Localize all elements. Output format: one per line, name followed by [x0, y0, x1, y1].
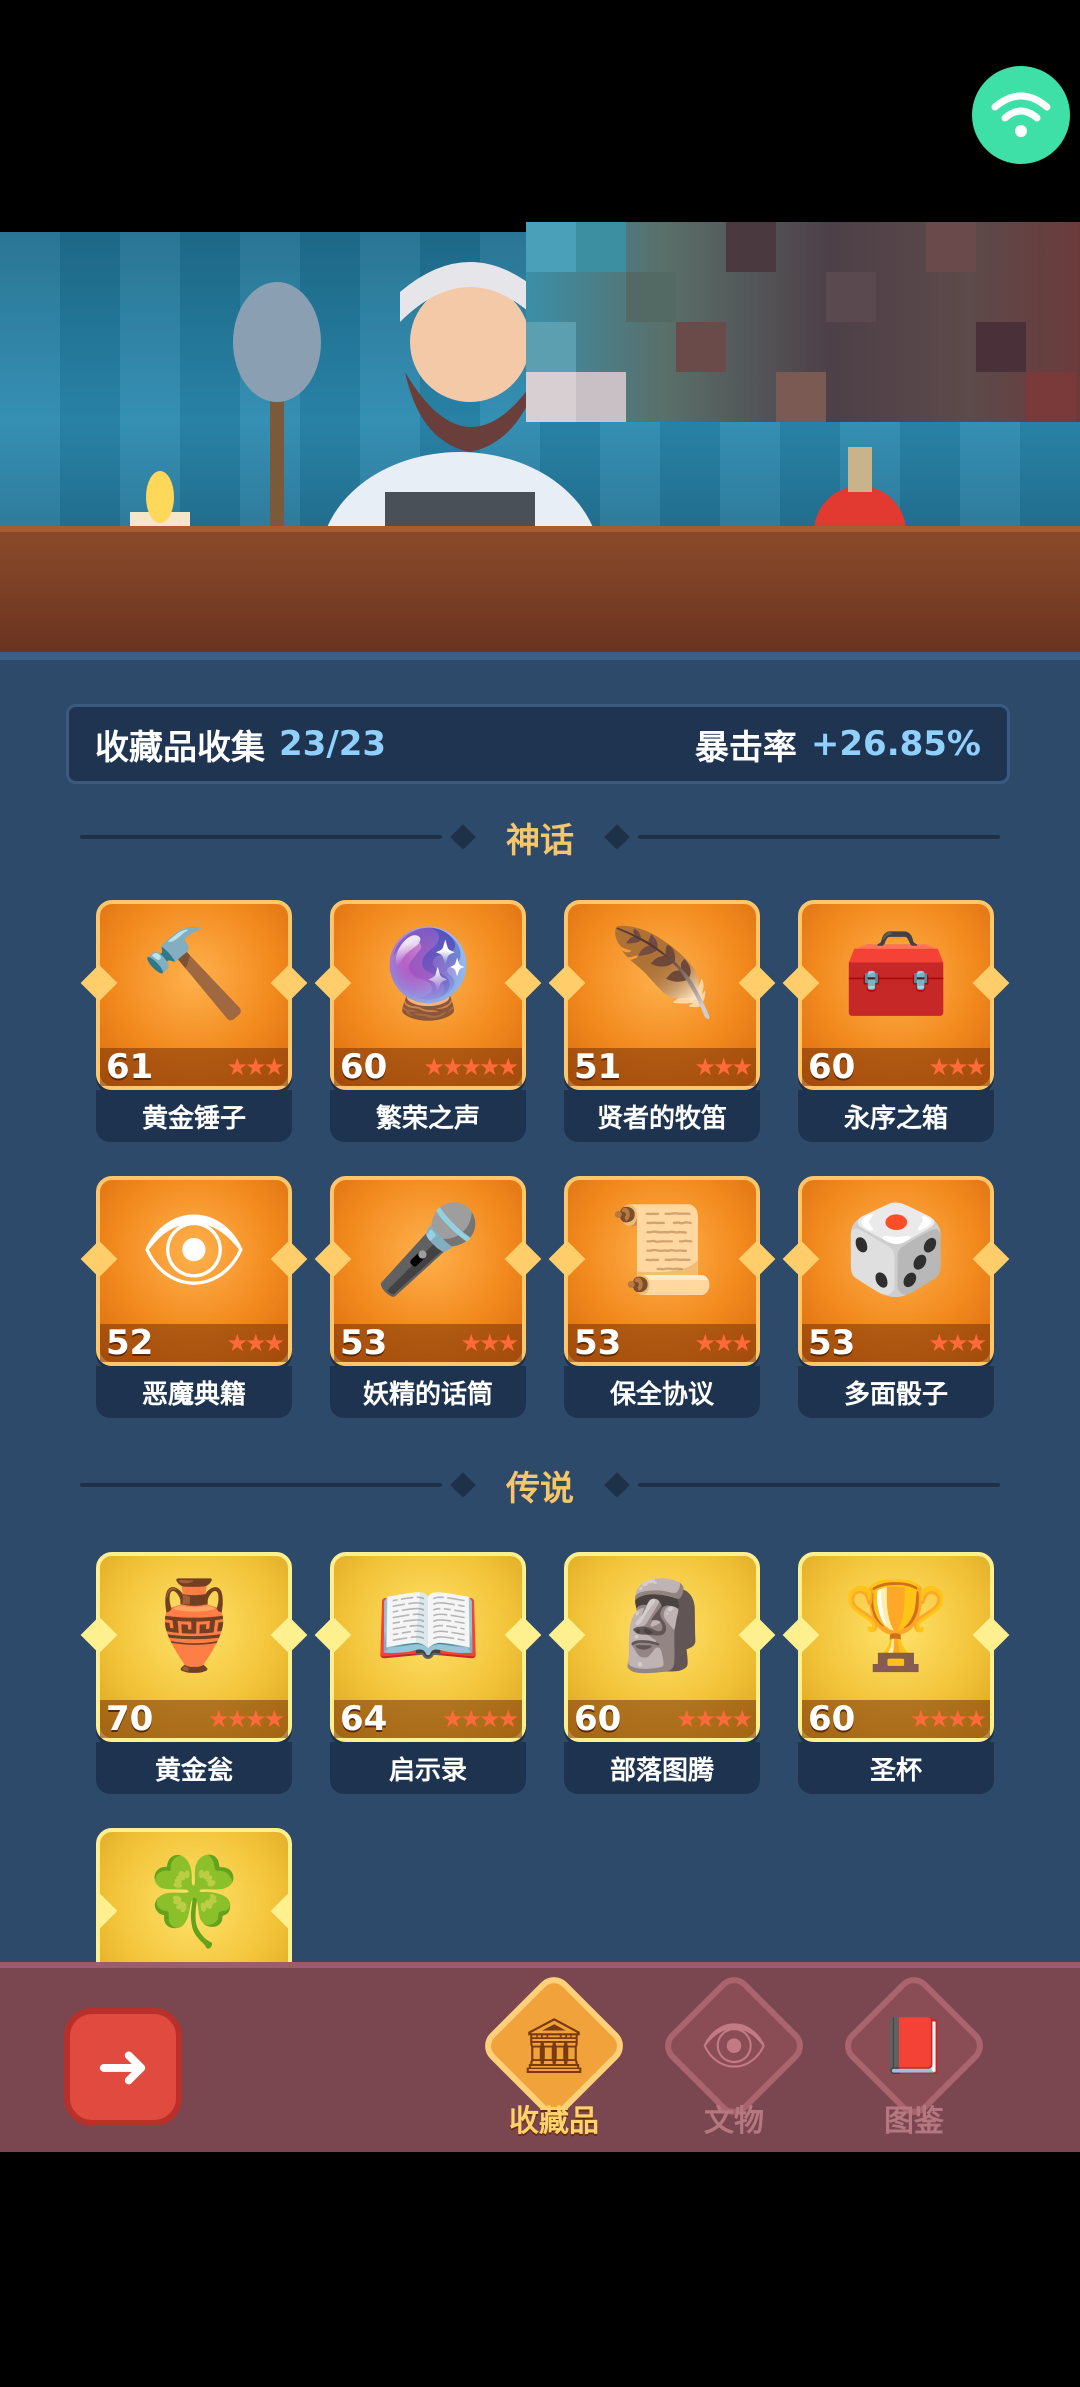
treasure-chest-icon: 🧰 [842, 924, 950, 1024]
collection-stat-bar: 收藏品收集 23/23 暴击率 +26.85% [66, 704, 1010, 784]
item-name: 恶魔典籍 [96, 1366, 292, 1418]
item-card[interactable]: 🏺 70 ★★★★ 黄金瓮 [80, 1552, 308, 1798]
item-level: 60 [340, 1047, 388, 1087]
tab-label: 文物 [704, 2104, 764, 2139]
item-name: 部落图腾 [564, 1742, 760, 1794]
item-level: 60 [574, 1699, 622, 1739]
item-name: 黄金瓮 [96, 1742, 292, 1794]
wifi-icon[interactable] [972, 66, 1070, 164]
item-level: 53 [574, 1323, 622, 1363]
bonus-label: 暴击率 [694, 727, 797, 768]
collection-panel: 收藏品收集 23/23 暴击率 +26.85% 神话 🔨 61 ★★★ 黄金锤子 … [0, 652, 1080, 1970]
revelation-book-icon: 📖 [374, 1576, 482, 1676]
item-card-partial[interactable]: 🍀 [96, 1828, 292, 1970]
item-level: 64 [340, 1699, 388, 1739]
star-rating: ★★★ [928, 1329, 987, 1357]
tribal-totem-icon: 🗿 [608, 1576, 716, 1676]
item-card[interactable]: 🗿 60 ★★★★ 部落图腾 [548, 1552, 776, 1798]
golden-urn-icon: 🏺 [140, 1576, 248, 1676]
item-name: 启示录 [330, 1742, 526, 1794]
item-name: 黄金锤子 [96, 1090, 292, 1142]
holy-grail-icon: 🏆 [842, 1576, 950, 1676]
star-rating: ★★★★ [207, 1705, 285, 1733]
item-level: 61 [106, 1047, 154, 1087]
item-card[interactable]: 📜 53 ★★★ 保全协议 [548, 1176, 776, 1422]
item-level: 70 [106, 1699, 154, 1739]
tab-codex[interactable]: 📕 图鉴 [837, 1969, 991, 2139]
item-card[interactable]: 🧰 60 ★★★ 永序之箱 [782, 900, 1010, 1146]
eye-icon: 👁 [699, 2014, 769, 2077]
prosperity-orb-icon: 🔮 [374, 924, 482, 1024]
bottom-letterbox [0, 2152, 1080, 2387]
item-name: 妖精的话筒 [330, 1366, 526, 1418]
tab-label: 图鉴 [884, 2104, 944, 2139]
mosaic-censor-overlay [526, 222, 1080, 422]
item-card[interactable]: 🏆 60 ★★★★ 圣杯 [782, 1552, 1010, 1798]
item-card[interactable]: 🔨 61 ★★★ 黄金锤子 [80, 900, 308, 1146]
item-level: 52 [106, 1323, 154, 1363]
item-name: 圣杯 [798, 1742, 994, 1794]
item-card[interactable]: 🎤 53 ★★★ 妖精的话筒 [314, 1176, 542, 1422]
status-area [0, 0, 1080, 232]
tab-collectibles[interactable]: 🏛 收藏品 [477, 1969, 631, 2139]
item-name: 贤者的牧笛 [564, 1090, 760, 1142]
item-card[interactable]: 🪶 51 ★★★ 贤者的牧笛 [548, 900, 776, 1146]
section-title-mythic: 神话 [506, 820, 574, 861]
bottom-nav-bar: ➜ 🏛 收藏品 👁 文物 📕 图鉴 [0, 1962, 1080, 2158]
collection-count: 23/23 [279, 724, 387, 764]
section-divider-mythic: 神话 [80, 812, 1000, 862]
bonus-value: +26.85% [810, 724, 981, 764]
star-rating: ★★★ [226, 1329, 285, 1357]
star-rating: ★★★ [226, 1053, 285, 1081]
star-rating: ★★★ [694, 1329, 753, 1357]
star-rating: ★★★★ [675, 1705, 753, 1733]
star-rating: ★★★ [460, 1329, 519, 1357]
section-divider-legend: 传说 [80, 1460, 1000, 1510]
collectibles-icon: 🏛 [519, 2014, 589, 2077]
item-name: 保全协议 [564, 1366, 760, 1418]
star-rating: ★★★ [694, 1053, 753, 1081]
item-level: 53 [340, 1323, 388, 1363]
demon-tome-icon: 👁 [139, 1200, 249, 1300]
item-card[interactable]: 🎲 53 ★★★ 多面骰子 [782, 1176, 1010, 1422]
item-level: 53 [808, 1323, 856, 1363]
back-arrow-icon: ➜ [96, 2030, 150, 2104]
security-contract-icon: 📜 [608, 1200, 716, 1300]
sage-flute-icon: 🪶 [608, 924, 716, 1024]
fairy-microphone-icon: 🎤 [374, 1200, 482, 1300]
item-name: 永序之箱 [798, 1090, 994, 1142]
item-level: 60 [808, 1047, 856, 1087]
item-name: 多面骰子 [798, 1366, 994, 1418]
book-icon: 📕 [880, 2014, 948, 2077]
star-rating: ★★★★ [441, 1705, 519, 1733]
clover-amulet-icon: 🍀 [140, 1852, 248, 1952]
item-card[interactable]: 🔮 60 ★★★★★ 繁荣之声 [314, 900, 542, 1146]
section-title-legend: 传说 [506, 1468, 574, 1509]
polyhedral-dice-icon: 🎲 [842, 1200, 950, 1300]
star-rating: ★★★ [928, 1053, 987, 1081]
tab-label: 收藏品 [509, 2104, 599, 2139]
item-level: 60 [808, 1699, 856, 1739]
tab-relics[interactable]: 👁 文物 [657, 1969, 811, 2139]
item-card[interactable]: 👁 52 ★★★ 恶魔典籍 [80, 1176, 308, 1422]
item-card[interactable]: 📖 64 ★★★★ 启示录 [314, 1552, 542, 1798]
item-level: 51 [574, 1047, 622, 1087]
back-button[interactable]: ➜ [64, 2008, 182, 2126]
collection-title: 收藏品收集 [95, 727, 265, 768]
item-name: 繁荣之声 [330, 1090, 526, 1142]
star-rating: ★★★★★ [423, 1053, 519, 1081]
star-rating: ★★★★ [909, 1705, 987, 1733]
golden-hammer-icon: 🔨 [140, 924, 248, 1024]
